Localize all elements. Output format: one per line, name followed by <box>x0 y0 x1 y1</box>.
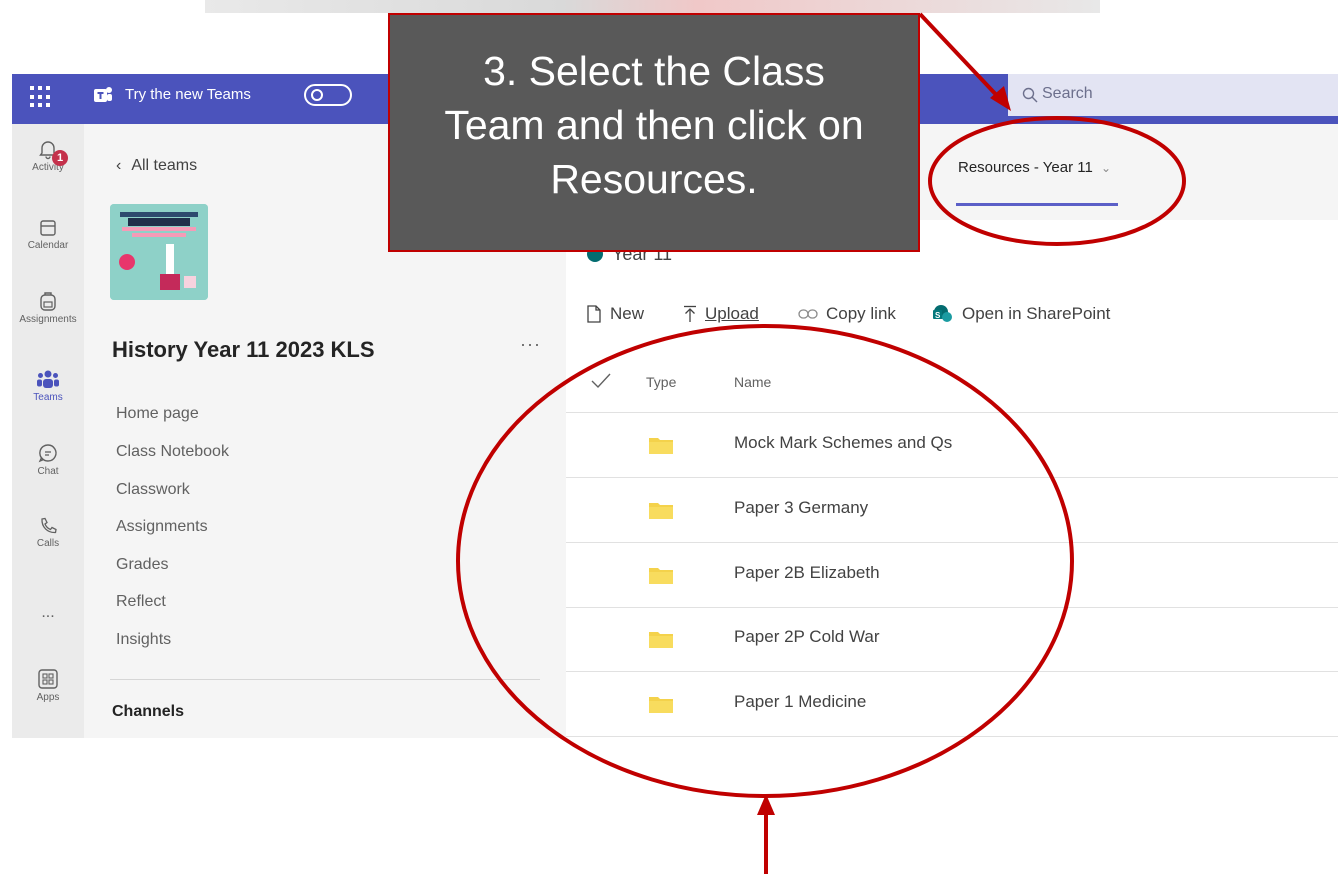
folders-highlight-circle <box>456 324 1074 798</box>
tab-highlight-circle <box>928 116 1186 246</box>
callout-arrow <box>918 12 1005 104</box>
annotation-overlay <box>456 12 1186 874</box>
